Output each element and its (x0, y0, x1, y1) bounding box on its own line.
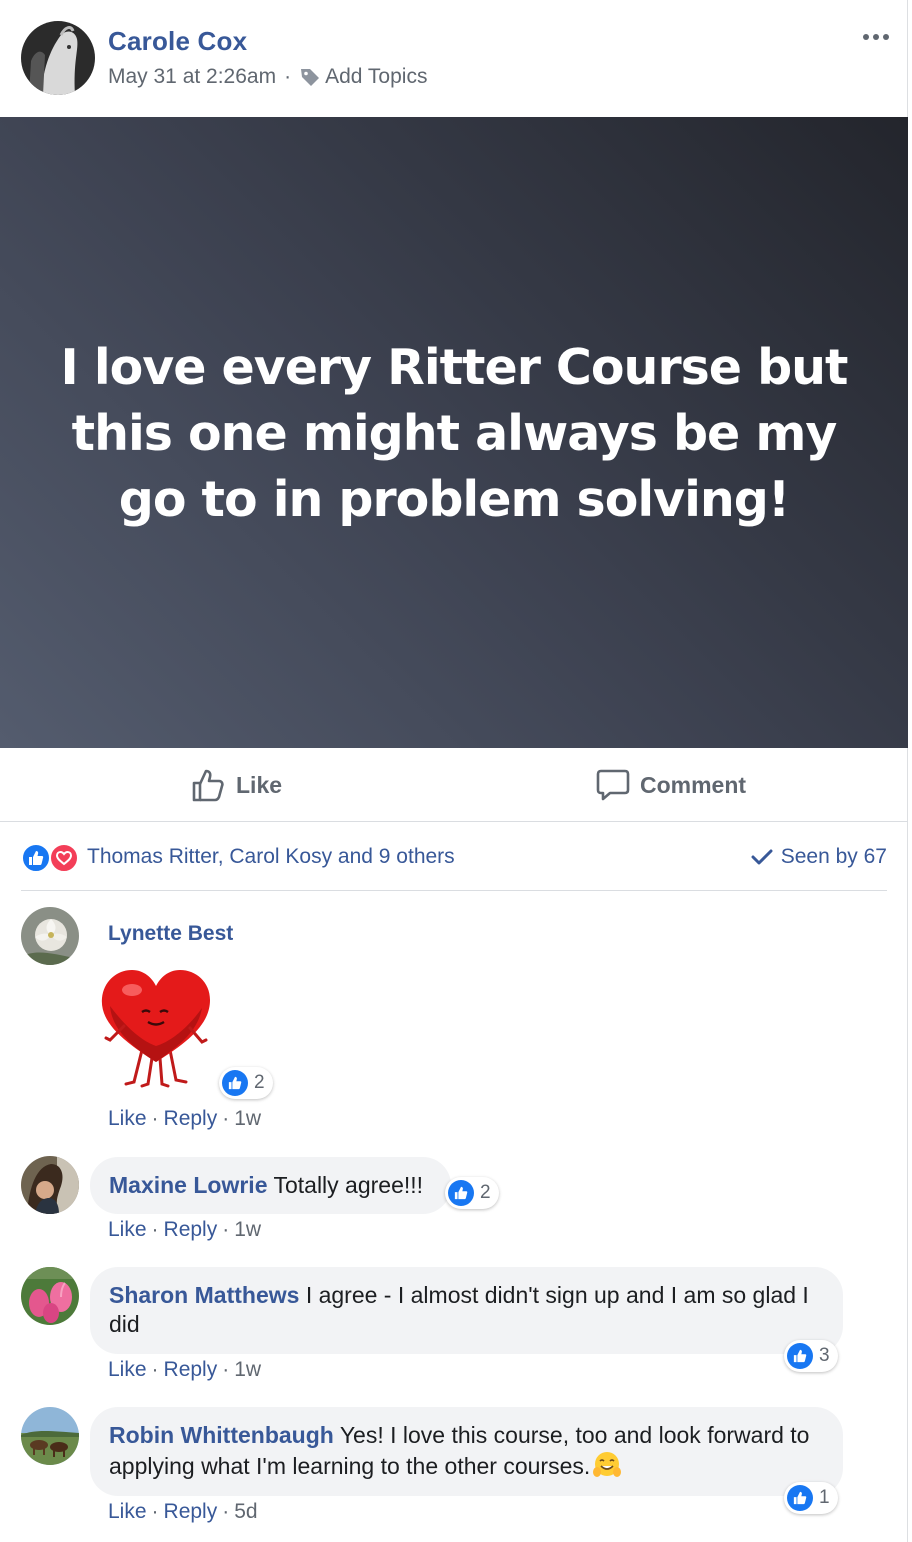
like-count: 3 (819, 1345, 830, 1366)
comment-like-count[interactable]: 2 (219, 1067, 273, 1099)
like-count: 2 (480, 1182, 491, 1203)
comment-actions: Like · Reply · 1w (108, 1107, 262, 1130)
comment-actions: Like · Reply · 1w (108, 1358, 262, 1381)
comment-reply-link[interactable]: Reply (164, 1218, 218, 1241)
comment-like-link[interactable]: Like (108, 1500, 147, 1523)
comment-time[interactable]: 1w (234, 1107, 261, 1130)
comment-reply-link[interactable]: Reply (164, 1500, 218, 1523)
like-reaction-icon (787, 1485, 813, 1511)
thumbs-up-icon (192, 769, 224, 802)
like-count: 2 (254, 1072, 265, 1093)
commenter-avatar[interactable] (21, 1156, 79, 1214)
comment-like-count[interactable]: 3 (784, 1340, 838, 1372)
reaction-icons[interactable] (21, 843, 83, 873)
like-reaction-icon (787, 1343, 813, 1369)
like-label: Like (236, 771, 283, 798)
post-header: Carole Cox May 31 at 2:26am · Add Topics (0, 0, 908, 117)
reactions-summary: Thomas Ritter, Carol Kosy and 9 others S… (21, 838, 887, 878)
comment-button[interactable]: Comment (596, 762, 746, 808)
comment-time[interactable]: 5d (234, 1500, 257, 1523)
comment-bubble: Maxine Lowrie Totally agree!!! (90, 1157, 452, 1214)
post-action-bar: Like Comment (0, 748, 908, 822)
checkmark-icon (751, 849, 773, 865)
comment-label: Comment (640, 771, 747, 798)
comment-like-link[interactable]: Like (108, 1218, 147, 1241)
like-reaction-icon (448, 1180, 474, 1206)
like-count: 1 (819, 1487, 830, 1508)
like-reaction-icon (222, 1070, 248, 1096)
post-timestamp[interactable]: May 31 at 2:26am (108, 65, 276, 89)
commenter-avatar[interactable] (21, 1407, 79, 1465)
comment-like-link[interactable]: Like (108, 1358, 147, 1381)
post-meta: May 31 at 2:26am · Add Topics (108, 65, 427, 89)
commenter-avatar[interactable] (21, 1267, 79, 1325)
comment-like-count[interactable]: 2 (445, 1177, 499, 1209)
comment-actions: Like · Reply · 1w (108, 1218, 262, 1241)
comment-bubble: Sharon Matthews I agree - I almost didn'… (90, 1267, 843, 1354)
comment-reply-link[interactable]: Reply (164, 1358, 218, 1381)
comment-time[interactable]: 1w (234, 1358, 261, 1381)
comment-icon (596, 769, 630, 801)
meta-separator: · (284, 65, 292, 88)
comment-time[interactable]: 1w (234, 1218, 261, 1241)
commenter-name[interactable]: Sharon Matthews (109, 1282, 299, 1308)
commenter-avatar[interactable] (21, 907, 79, 965)
seen-by[interactable]: Seen by 67 (751, 845, 887, 869)
more-horizontal-icon (863, 34, 869, 40)
comment-like-count[interactable]: 1 (784, 1482, 838, 1514)
like-reaction-icon (21, 843, 51, 873)
post-text: I love every Ritter Course but this one … (60, 339, 849, 528)
comment-actions: Like · Reply · 5d (108, 1500, 258, 1523)
comment-bubble: Robin Whittenbaugh Yes! I love this cour… (90, 1407, 843, 1496)
tag-icon (299, 66, 321, 88)
comment-reply-link[interactable]: Reply (164, 1107, 218, 1130)
commenter-name[interactable]: Lynette Best (108, 922, 233, 946)
more-options-button[interactable] (858, 22, 894, 52)
hugging-face-emoji (593, 1452, 622, 1477)
divider (21, 890, 887, 891)
heart-sticker (98, 966, 218, 1090)
author-name[interactable]: Carole Cox (108, 26, 247, 57)
add-topics-link[interactable]: Add Topics (325, 65, 427, 89)
comment-text: Totally agree!!! (273, 1172, 424, 1198)
text-post-background: I love every Ritter Course but this one … (0, 117, 908, 748)
like-button[interactable]: Like (190, 762, 282, 808)
seen-by-label: Seen by 67 (780, 845, 887, 868)
author-avatar[interactable] (21, 21, 95, 95)
commenter-name[interactable]: Robin Whittenbaugh (109, 1422, 334, 1448)
reactors-text[interactable]: Thomas Ritter, Carol Kosy and 9 others (87, 845, 455, 869)
post-card: Carole Cox May 31 at 2:26am · Add Topics… (0, 0, 908, 1542)
commenter-name[interactable]: Maxine Lowrie (109, 1172, 267, 1198)
comment-like-link[interactable]: Like (108, 1107, 147, 1130)
love-reaction-icon (49, 843, 79, 873)
